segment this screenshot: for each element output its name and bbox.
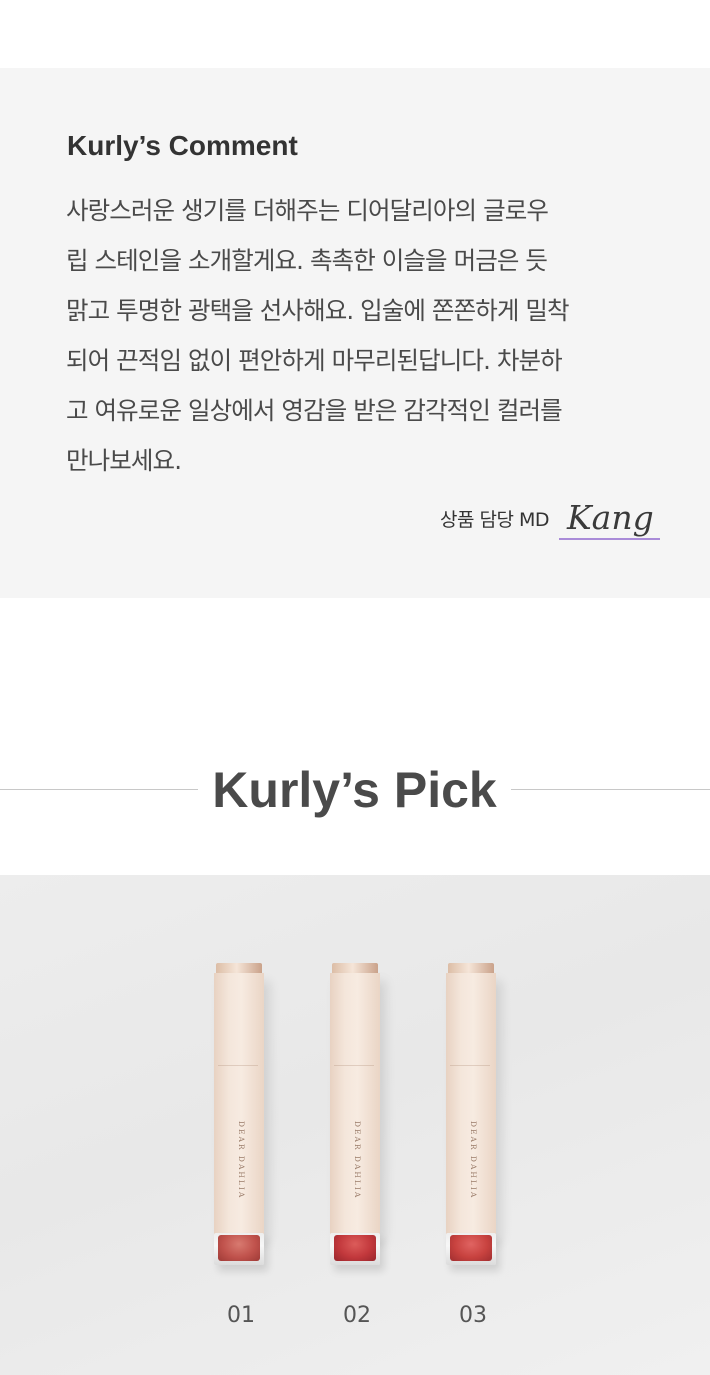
pick-title: Kurly’s Pick xyxy=(212,762,497,818)
tint-brand: DEAR DAHLIA xyxy=(469,1121,478,1200)
tint-cup xyxy=(446,1233,496,1265)
md-comment-section: Kurly’s Comment 사랑스러운 생기를 더해주는 디어달리아의 글로… xyxy=(0,68,710,598)
comment-heading: Kurly’s Comment xyxy=(67,130,298,161)
comment-body: 사랑스러운 생기를 더해주는 디어달리아의 글로우 립 스테인을 소개할게요. … xyxy=(66,186,666,486)
comment-line: 맑고 투명한 광택을 선사해요. 입술에 쫀쫀하게 밀착 xyxy=(66,296,570,325)
tint-color-swatch xyxy=(218,1235,260,1261)
lip-tint-product: DEAR DAHLIA xyxy=(330,963,382,1278)
tint-brand: DEAR DAHLIA xyxy=(353,1121,362,1200)
tint-cup xyxy=(214,1233,264,1265)
divider-left xyxy=(0,789,198,790)
comment-line: 만나보세요. xyxy=(66,446,182,475)
shade-label: 01 xyxy=(227,1303,255,1328)
tint-cup xyxy=(330,1233,380,1265)
divider-right xyxy=(511,789,710,790)
tint-color-swatch xyxy=(450,1235,492,1261)
signature-name: Kang xyxy=(559,498,660,540)
tint-seam xyxy=(218,1065,258,1066)
lip-tint-product: DEAR DAHLIA xyxy=(214,963,266,1278)
comment-line: 되어 끈적임 없이 편안하게 마무리된답니다. 차분하 xyxy=(66,346,563,375)
product-photo: DEAR DAHLIA DEAR DAHLIA DEAR DAHLIA 01 0… xyxy=(0,875,710,1375)
comment-line: 고 여유로운 일상에서 영감을 받은 감각적인 컬러를 xyxy=(66,396,563,425)
signature-label: 상품 담당 MD xyxy=(440,509,550,531)
pick-title-row: Kurly’s Pick xyxy=(0,755,710,825)
comment-line: 립 스테인을 소개할게요. 촉촉한 이슬을 머금은 듯 xyxy=(66,246,548,275)
tint-seam xyxy=(450,1065,490,1066)
tint-seam xyxy=(334,1065,374,1066)
comment-line: 사랑스러운 생기를 더해주는 디어달리아의 글로우 xyxy=(66,196,549,225)
tint-body: DEAR DAHLIA xyxy=(446,973,496,1235)
lip-tint-product: DEAR DAHLIA xyxy=(446,963,498,1278)
tint-body: DEAR DAHLIA xyxy=(214,973,264,1235)
tint-color-swatch xyxy=(334,1235,376,1261)
tint-body: DEAR DAHLIA xyxy=(330,973,380,1235)
md-signature: 상품 담당 MD Kang xyxy=(440,496,660,540)
tint-brand: DEAR DAHLIA xyxy=(237,1121,246,1200)
shade-label: 03 xyxy=(459,1303,487,1328)
shade-label: 02 xyxy=(343,1303,371,1328)
